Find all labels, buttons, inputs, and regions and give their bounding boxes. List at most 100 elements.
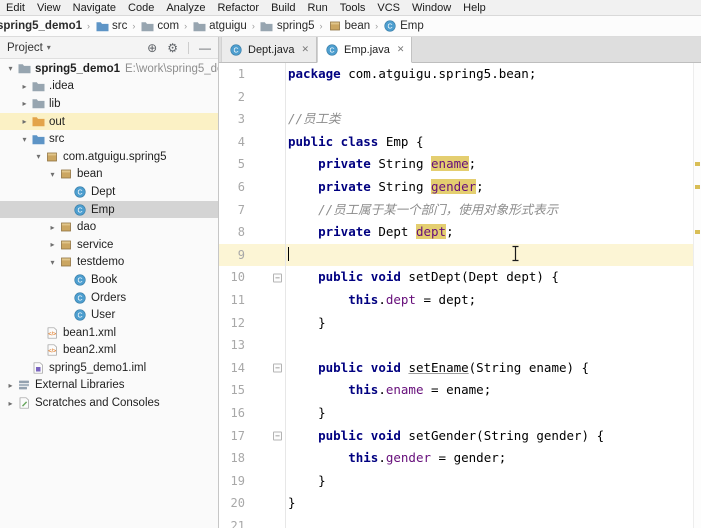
menu-tools[interactable]: Tools xyxy=(334,2,372,14)
code-line-5[interactable]: 5 private String ename; xyxy=(219,153,701,176)
fold-marker-icon[interactable]: − xyxy=(273,363,282,373)
expand-arrow-icon[interactable]: ▸ xyxy=(18,99,31,108)
code-line-20[interactable]: 20} xyxy=(219,492,701,515)
menu-refactor[interactable]: Refactor xyxy=(211,2,265,14)
menu-view[interactable]: View xyxy=(31,2,67,14)
expand-arrow-icon[interactable]: ▾ xyxy=(4,64,17,73)
tree-item-lib[interactable]: ▸ lib xyxy=(0,95,218,113)
tree-item-label: External Libraries xyxy=(35,379,125,392)
tab-dept-java[interactable]: C Dept.java ✕ xyxy=(221,37,318,62)
menu-navigate[interactable]: Navigate xyxy=(67,2,122,14)
tree-item-orders[interactable]: C Orders xyxy=(0,289,218,307)
chevron-down-icon[interactable]: ▾ xyxy=(47,43,51,52)
panel-settings-icon[interactable]: ⚙ xyxy=(167,42,178,54)
expand-arrow-icon[interactable]: ▸ xyxy=(4,381,17,390)
tree-item-user[interactable]: C User xyxy=(0,306,218,324)
code-token: Dept xyxy=(370,224,416,240)
panel-locate-icon[interactable]: ⊕ xyxy=(147,42,157,54)
menu-help[interactable]: Help xyxy=(457,2,492,14)
tree-item-bean1-xml[interactable]: </> bean1.xml xyxy=(0,324,218,342)
class-icon: C xyxy=(229,43,243,56)
editor[interactable]: 1 package com.atguigu.spring5.bean; 2 3 //员工… xyxy=(219,63,701,528)
panel-hide-icon[interactable]: — xyxy=(199,42,211,54)
code-line-18[interactable]: 18 this.gender = gender; xyxy=(219,447,701,470)
code-token: private xyxy=(318,178,371,194)
breadcrumb-item-atguigu[interactable]: atguigu xyxy=(192,20,247,33)
tree-item-external-libraries[interactable]: ▸ External Libraries xyxy=(0,377,218,395)
code-line-6[interactable]: 6 private String gender; xyxy=(219,176,701,199)
code-line-3[interactable]: 3 //员工类 xyxy=(219,108,701,131)
menu-edit[interactable]: Edit xyxy=(0,2,31,14)
menu-build[interactable]: Build xyxy=(265,2,301,14)
tree-item-testdemo[interactable]: ▾ testdemo xyxy=(0,254,218,272)
fold-marker-icon[interactable]: − xyxy=(273,273,282,283)
tree-item-scratches-and-consoles[interactable]: ▸ Scratches and Consoles xyxy=(0,394,218,412)
code-line-21[interactable]: 21 xyxy=(219,515,701,528)
code-token: . xyxy=(378,450,386,466)
tree-item-com-atguigu-spring5[interactable]: ▾ com.atguigu.spring5 xyxy=(0,148,218,166)
expand-arrow-icon[interactable]: ▾ xyxy=(18,135,31,144)
tree-item-bean2-xml[interactable]: </> bean2.xml xyxy=(0,342,218,360)
expand-arrow-icon[interactable]: ▸ xyxy=(18,82,31,91)
code-line-13[interactable]: 13 xyxy=(219,334,701,357)
tree-item-service[interactable]: ▸ service xyxy=(0,236,218,254)
close-icon[interactable]: ✕ xyxy=(301,44,309,55)
breadcrumb-item-spring5-demo1[interactable]: spring5_demo1 xyxy=(0,20,82,32)
close-icon[interactable]: ✕ xyxy=(397,44,405,55)
tree-item-label: Scratches and Consoles xyxy=(35,397,160,410)
breadcrumb-item-spring5[interactable]: spring5 xyxy=(260,20,315,33)
code-line-10[interactable]: 10 − public void setDept(Dept dept) { xyxy=(219,266,701,289)
folder-icon xyxy=(31,97,45,110)
line-number: 17 xyxy=(230,428,245,443)
menu-analyze[interactable]: Analyze xyxy=(160,2,211,14)
expand-arrow-icon[interactable]: ▾ xyxy=(46,258,59,267)
code-line-8[interactable]: 8 private Dept dept; xyxy=(219,221,701,244)
code-line-19[interactable]: 19 } xyxy=(219,470,701,493)
menu-code[interactable]: Code xyxy=(122,2,160,14)
menu-run[interactable]: Run xyxy=(302,2,334,14)
tree-item-spring5-demo1[interactable]: ▾ spring5_demo1 E:\work\spring5_demo1 xyxy=(0,60,218,78)
expand-arrow-icon[interactable]: ▸ xyxy=(4,399,17,408)
code-line-text: private String gender; xyxy=(285,176,484,199)
tree-item-emp[interactable]: C Emp xyxy=(0,200,218,219)
code-line-12[interactable]: 12 } xyxy=(219,312,701,335)
menu-vcs[interactable]: VCS xyxy=(371,2,406,14)
tree-item-dept[interactable]: C Dept xyxy=(0,183,218,201)
code-line-7[interactable]: 7 //员工属于某一个部门，使用对象形式表示 xyxy=(219,199,701,222)
tree-item-src[interactable]: ▾ src xyxy=(0,130,218,148)
project-panel-title[interactable]: Project xyxy=(7,42,43,54)
code-line-15[interactable]: 15 this.ename = ename; xyxy=(219,379,701,402)
code-line-11[interactable]: 11 this.dept = dept; xyxy=(219,289,701,312)
tree-item-spring5-demo1-iml[interactable]: spring5_demo1.iml xyxy=(0,359,218,377)
code-line-9[interactable]: 9 xyxy=(219,243,701,267)
code-line-4[interactable]: 4 public class Emp { xyxy=(219,131,701,154)
code-line-2[interactable]: 2 xyxy=(219,86,701,109)
expand-arrow-icon[interactable]: ▸ xyxy=(18,117,31,126)
breadcrumb-item-emp[interactable]: C Emp xyxy=(383,20,424,33)
tree-item-bean[interactable]: ▾ bean xyxy=(0,166,218,184)
breadcrumb-item-com[interactable]: com xyxy=(140,20,179,33)
code-token: } xyxy=(288,495,296,511)
breadcrumb-item-src[interactable]: src xyxy=(95,20,127,33)
code-token: private xyxy=(318,224,371,240)
package-icon xyxy=(59,221,73,234)
code-line-17[interactable]: 17 − public void setGender(String gender)… xyxy=(219,425,701,448)
expand-arrow-icon[interactable]: ▸ xyxy=(46,240,59,249)
menu-window[interactable]: Window xyxy=(406,2,457,14)
expand-arrow-icon[interactable]: ▾ xyxy=(46,170,59,179)
error-stripe[interactable] xyxy=(693,63,701,528)
tab-emp-java[interactable]: C Emp.java ✕ xyxy=(317,37,413,63)
tree-item-out[interactable]: ▸ out xyxy=(0,112,218,131)
tree-item-dao[interactable]: ▸ dao xyxy=(0,218,218,236)
breadcrumb-item-bean[interactable]: bean xyxy=(328,20,370,33)
code-line-16[interactable]: 16 } xyxy=(219,402,701,425)
tree-item-book[interactable]: C Book xyxy=(0,271,218,289)
tree-item-label: bean1.xml xyxy=(63,326,117,339)
tree-item-idea[interactable]: ▸ .idea xyxy=(0,78,218,96)
expand-arrow-icon[interactable]: ▸ xyxy=(46,223,59,232)
code-line-1[interactable]: 1 package com.atguigu.spring5.bean; xyxy=(219,63,701,86)
code-line-14[interactable]: 14 − public void setEname(String ename) { xyxy=(219,357,701,380)
fold-marker-icon[interactable]: − xyxy=(273,431,282,441)
expand-arrow-icon[interactable]: ▾ xyxy=(32,152,45,161)
